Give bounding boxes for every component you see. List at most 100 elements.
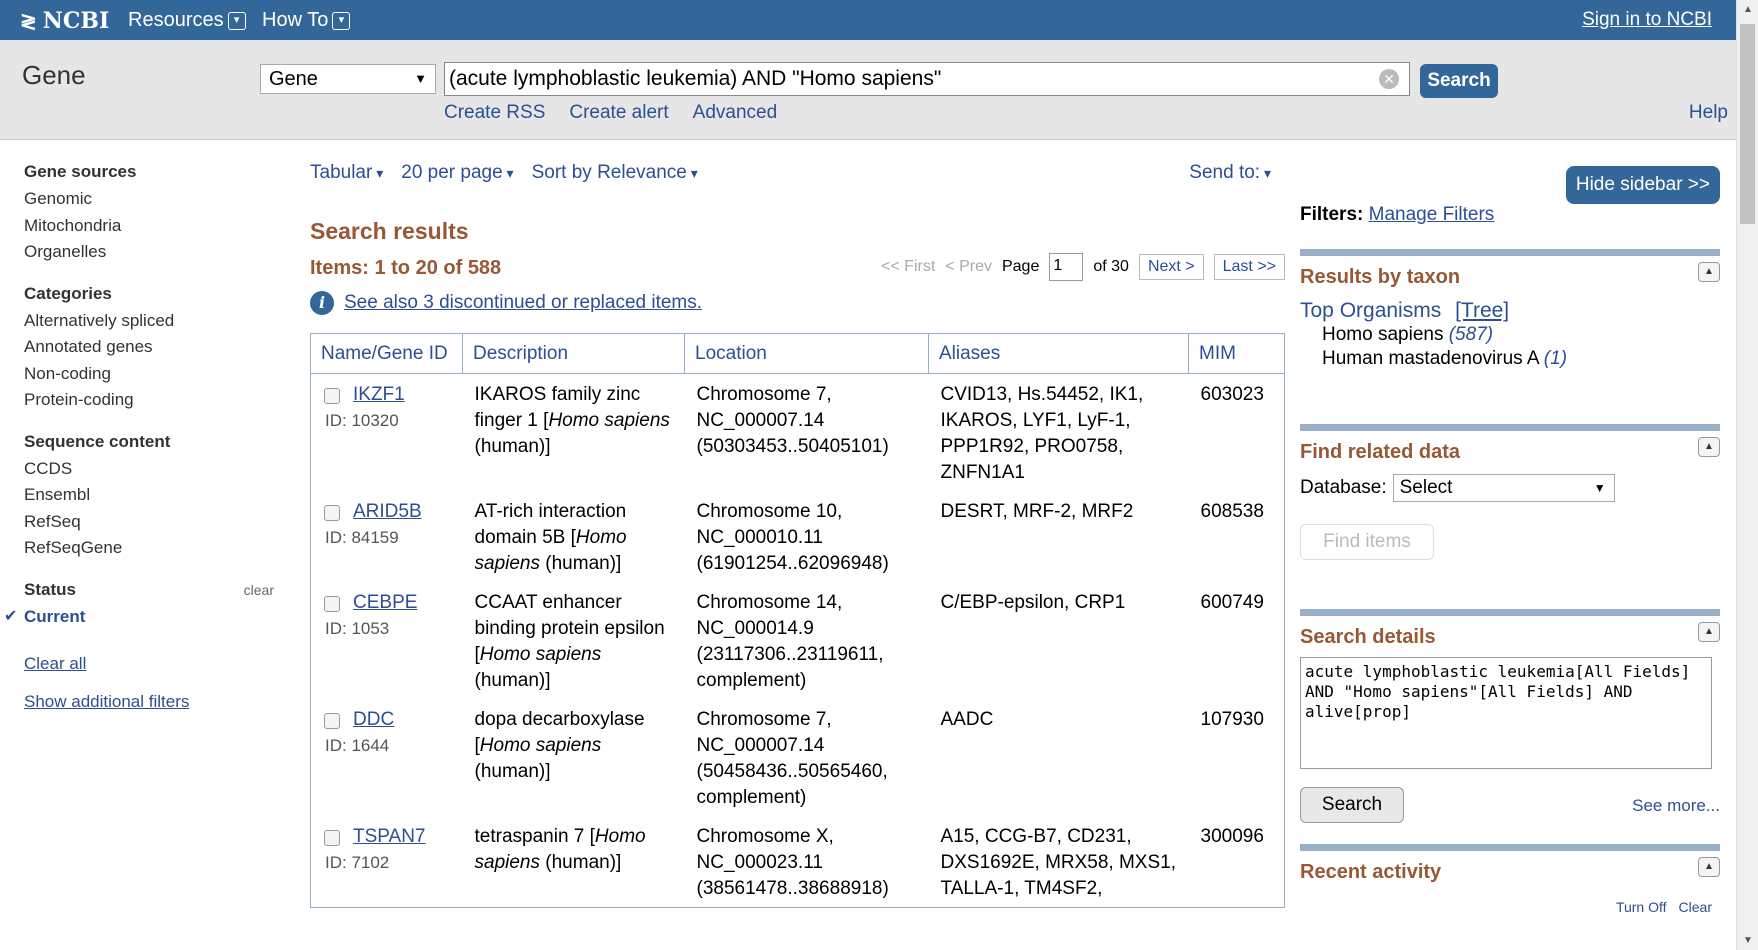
gene-name-cell: IKZF1 ID: 10320: [311, 374, 463, 492]
organism-item[interactable]: Homo sapiens (587): [1322, 323, 1720, 347]
resources-menu[interactable]: Resources ▾: [128, 9, 246, 32]
details-search-button[interactable]: Search: [1300, 787, 1404, 823]
next-page-button[interactable]: Next >: [1138, 254, 1204, 280]
manage-filters-link[interactable]: Manage Filters: [1369, 204, 1495, 225]
page-label: Page: [1001, 258, 1040, 275]
collapse-icon[interactable]: ▲: [1698, 437, 1720, 457]
page-total: of 30: [1093, 258, 1129, 275]
ncbi-logo-text: NCBI: [42, 8, 110, 34]
column-header-description[interactable]: Description: [462, 333, 685, 374]
location-cell: Chromosome 14, NC_000014.9 (23117306..23…: [696, 592, 884, 691]
filter-refseq[interactable]: RefSeq: [24, 509, 274, 536]
species-text: Homo sapiens: [479, 644, 602, 665]
filter-current[interactable]: Current: [4, 604, 274, 631]
filter-non-coding[interactable]: Non-coding: [24, 361, 274, 388]
filter-annotated-genes[interactable]: Annotated genes: [24, 334, 274, 361]
aliases-cell: DESRT, MRF-2, MRF2: [940, 501, 1134, 522]
main-content: Tabular 20 per page Sort by Relevance Se…: [310, 162, 1285, 908]
mim-cell: 107930: [1200, 709, 1264, 730]
how-to-menu[interactable]: How To ▾: [262, 9, 351, 32]
clear-icon[interactable]: ✕: [1379, 69, 1399, 89]
mim-cell: 600749: [1200, 592, 1264, 613]
row-checkbox[interactable]: [324, 505, 340, 521]
hide-sidebar-button[interactable]: Hide sidebar >>: [1565, 166, 1720, 204]
scroll-down-icon[interactable]: ▼: [1737, 935, 1758, 946]
clear-recent-link[interactable]: Clear: [1679, 899, 1712, 915]
filter-protein-coding[interactable]: Protein-coding: [24, 387, 274, 414]
related-database-select[interactable]: Select ▼: [1392, 474, 1615, 502]
column-header-mim[interactable]: MIM: [1188, 333, 1285, 374]
show-additional-filters-link[interactable]: Show additional filters: [24, 692, 274, 712]
filter-organelles[interactable]: Organelles: [24, 239, 274, 266]
format-dropdown[interactable]: Tabular: [310, 162, 383, 188]
gene-id: ID: 7102: [325, 853, 390, 872]
sequence-content-heading: Sequence content: [24, 431, 171, 451]
chevron-down-icon: ▾: [227, 11, 246, 30]
find-items-button[interactable]: Find items: [1300, 524, 1434, 560]
sign-in-link[interactable]: Sign in to NCBI: [1582, 9, 1712, 31]
gene-link[interactable]: TSPAN7: [353, 826, 426, 847]
see-also-link[interactable]: See also 3 discontinued or replaced item…: [344, 292, 702, 314]
clear-all-link[interactable]: Clear all: [24, 654, 274, 674]
description-suffix: (human)]: [474, 761, 551, 782]
description-cell: tetraspanin 7 [Homo sapiens (human)]: [463, 816, 685, 908]
prev-page-link[interactable]: < Prev: [945, 258, 992, 276]
create-alert-link[interactable]: Create alert: [569, 102, 668, 124]
description-suffix: (human)]: [540, 553, 622, 574]
scroll-thumb[interactable]: [1740, 24, 1755, 224]
help-link[interactable]: Help: [1689, 102, 1728, 124]
per-page-dropdown[interactable]: 20 per page: [401, 162, 513, 188]
filter-genomic[interactable]: Genomic: [24, 186, 274, 213]
table-row: TSPAN7 ID: 7102 tetraspanin 7 [Homo sapi…: [311, 816, 1285, 908]
search-bar: Gene Gene ▼ (acute lymphoblastic leukemi…: [0, 40, 1736, 140]
organism-count: (1): [1543, 348, 1568, 369]
sort-dropdown[interactable]: Sort by Relevance: [532, 162, 698, 188]
gene-link[interactable]: DDC: [353, 709, 394, 730]
advanced-link[interactable]: Advanced: [693, 102, 778, 124]
scroll-up-icon[interactable]: ▲: [1737, 4, 1758, 15]
results-heading: Search results: [310, 218, 469, 244]
search-details-portlet: Search details ▲ acute lymphoblastic leu…: [1300, 609, 1720, 823]
collapse-icon[interactable]: ▲: [1698, 857, 1720, 877]
column-header-location[interactable]: Location: [684, 333, 929, 374]
organism-item[interactable]: Human mastadenovirus A (1): [1322, 347, 1720, 371]
create-rss-link[interactable]: Create RSS: [444, 102, 545, 124]
search-input[interactable]: (acute lymphoblastic leukemia) AND "Homo…: [444, 62, 1410, 96]
filter-mitochondria[interactable]: Mitochondria: [24, 213, 274, 240]
gene-id: ID: 1053: [325, 619, 390, 638]
turn-off-link[interactable]: Turn Off: [1616, 899, 1667, 915]
page-number-input[interactable]: 1: [1049, 253, 1084, 281]
collapse-icon[interactable]: ▲: [1698, 262, 1720, 282]
row-checkbox[interactable]: [324, 388, 340, 404]
gene-link[interactable]: IKZF1: [353, 384, 405, 405]
gene-link[interactable]: ARID5B: [353, 501, 422, 522]
search-button[interactable]: Search: [1420, 64, 1498, 98]
top-organisms-row: Top Organisms [Tree]: [1300, 299, 1720, 323]
filter-ensembl[interactable]: Ensembl: [24, 482, 274, 509]
page-scrollbar[interactable]: ▲ ▼: [1736, 0, 1758, 950]
search-details-textarea[interactable]: acute lymphoblastic leukemia[All Fields]…: [1300, 657, 1712, 769]
description-cell: IKAROS family zinc finger 1 [Homo sapien…: [463, 374, 685, 492]
row-checkbox[interactable]: [324, 713, 340, 729]
filter-refseqgene[interactable]: RefSeqGene: [24, 535, 274, 562]
collapse-icon[interactable]: ▲: [1698, 622, 1720, 642]
send-to-dropdown[interactable]: Send to:: [1189, 162, 1271, 184]
description-suffix: (human)]: [474, 670, 551, 691]
gene-link[interactable]: CEBPE: [353, 592, 417, 613]
tree-link[interactable]: [Tree]: [1455, 299, 1509, 322]
row-checkbox[interactable]: [324, 830, 340, 846]
database-label: Database:: [1300, 477, 1387, 498]
see-more-link[interactable]: See more...: [1632, 796, 1720, 816]
row-checkbox[interactable]: [324, 596, 340, 612]
aliases-cell: AADC: [940, 709, 994, 730]
gene-name-cell: ARID5B ID: 84159: [311, 491, 463, 582]
column-header-name[interactable]: Name/Gene ID: [310, 333, 463, 374]
ncbi-logo[interactable]: ≷ NCBI: [20, 8, 109, 34]
filter-alternatively-spliced[interactable]: Alternatively spliced: [24, 308, 274, 335]
status-clear-link[interactable]: clear: [244, 582, 274, 598]
filter-ccds[interactable]: CCDS: [24, 456, 274, 483]
first-page-link[interactable]: << First: [881, 258, 935, 276]
database-select[interactable]: Gene ▼: [260, 64, 436, 94]
column-header-aliases[interactable]: Aliases: [928, 333, 1189, 374]
last-page-button[interactable]: Last >>: [1213, 254, 1285, 280]
